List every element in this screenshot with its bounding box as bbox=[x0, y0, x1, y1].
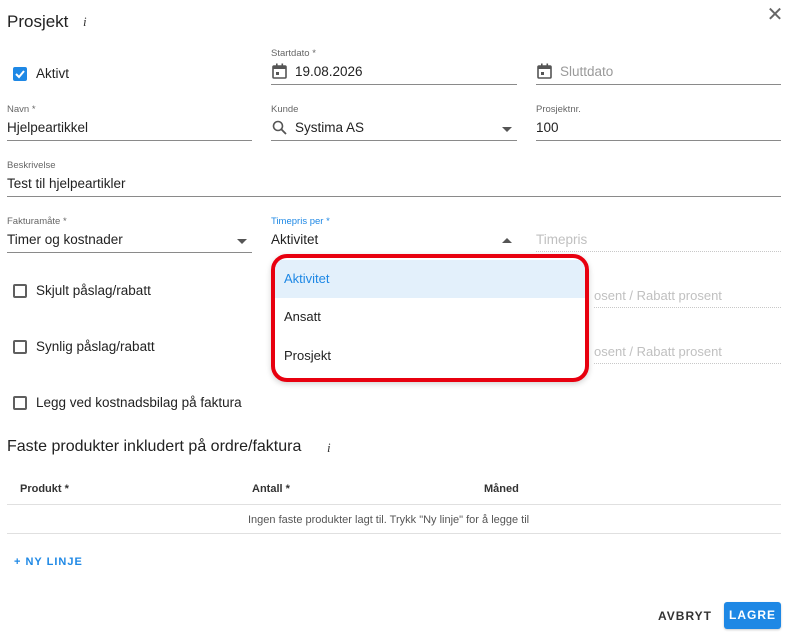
visible-markup-checkbox[interactable] bbox=[13, 340, 27, 354]
add-line-button[interactable]: + NY LINJE bbox=[14, 556, 83, 568]
billing-underline bbox=[7, 252, 252, 253]
save-button[interactable]: LAGRE bbox=[724, 602, 781, 629]
hourly-rate-input[interactable]: Timepris bbox=[536, 232, 587, 247]
hourly-rate-per-dropdown: Aktivitet Ansatt Prosjekt bbox=[271, 254, 589, 382]
empty-table-message: Ingen faste produkter lagt til. Trykk "N… bbox=[248, 514, 530, 526]
close-icon[interactable]: ✕ bbox=[766, 5, 784, 25]
description-label: Beskrivelse bbox=[7, 160, 56, 171]
dropdown-option-aktivitet[interactable]: Aktivitet bbox=[275, 260, 585, 298]
description-input[interactable]: Test til hjelpeartikler bbox=[7, 176, 126, 191]
column-header-produkt[interactable]: Produkt * bbox=[20, 483, 69, 495]
active-checkbox[interactable] bbox=[13, 67, 27, 81]
start-date-underline bbox=[271, 84, 517, 85]
hidden-markup-checkbox[interactable] bbox=[13, 284, 27, 298]
hourly-rate-per-label: Timepris per * bbox=[271, 216, 330, 227]
project-nr-underline bbox=[536, 140, 781, 141]
end-date-underline bbox=[536, 84, 781, 85]
billing-label: Fakturamåte * bbox=[7, 216, 67, 227]
start-date-input[interactable]: 19.08.2026 bbox=[295, 64, 363, 79]
calendar-icon[interactable] bbox=[272, 63, 287, 84]
table-bottom-divider bbox=[7, 533, 781, 534]
calendar-icon[interactable] bbox=[537, 63, 552, 84]
project-nr-input[interactable]: 100 bbox=[536, 120, 559, 135]
project-nr-label: Prosjektnr. bbox=[536, 104, 581, 115]
dropdown-option-ansatt[interactable]: Ansatt bbox=[275, 298, 585, 336]
attach-cost-checkbox[interactable] bbox=[13, 396, 27, 410]
chevron-down-icon[interactable] bbox=[502, 127, 512, 132]
hourly-rate-per-select[interactable]: Aktivitet bbox=[271, 232, 318, 247]
chevron-up-icon[interactable] bbox=[502, 238, 512, 243]
column-header-antall[interactable]: Antall * bbox=[252, 483, 290, 495]
start-date-label: Startdato * bbox=[271, 48, 316, 59]
customer-input[interactable]: Systima AS bbox=[295, 120, 364, 135]
description-underline bbox=[7, 196, 781, 197]
dropdown-option-prosjekt[interactable]: Prosjekt bbox=[275, 337, 585, 375]
name-label: Navn * bbox=[7, 104, 36, 115]
active-label: Aktivt bbox=[36, 66, 70, 81]
info-icon[interactable]: i bbox=[327, 440, 331, 456]
column-header-maned[interactable]: Måned bbox=[484, 483, 519, 495]
fixed-products-title: Faste produkter inkludert på ordre/faktu… bbox=[7, 438, 302, 455]
name-underline bbox=[7, 140, 252, 141]
hidden-markup-label: Skjult påslag/rabatt bbox=[36, 283, 151, 298]
search-icon bbox=[272, 120, 287, 140]
hidden-markup-underline bbox=[594, 307, 781, 308]
attach-cost-label: Legg ved kostnadsbilag på faktura bbox=[36, 395, 242, 410]
visible-markup-underline bbox=[594, 363, 781, 364]
visible-markup-label: Synlig påslag/rabatt bbox=[36, 339, 155, 354]
customer-underline bbox=[271, 140, 517, 141]
billing-select[interactable]: Timer og kostnader bbox=[7, 232, 123, 247]
hidden-markup-percent-input[interactable]: osent / Rabatt prosent bbox=[594, 288, 722, 303]
hourly-rate-underline bbox=[536, 251, 781, 252]
dialog-title: Prosjekt bbox=[7, 12, 69, 31]
chevron-down-icon[interactable] bbox=[237, 239, 247, 244]
info-icon[interactable]: i bbox=[83, 14, 87, 30]
visible-markup-percent-input[interactable]: osent / Rabatt prosent bbox=[594, 344, 722, 359]
cancel-button[interactable]: AVBRYT bbox=[656, 604, 714, 628]
customer-label: Kunde bbox=[271, 104, 299, 115]
table-header-divider bbox=[7, 504, 781, 505]
name-input[interactable]: Hjelpeartikkel bbox=[7, 120, 88, 135]
end-date-input[interactable]: Sluttdato bbox=[560, 64, 613, 79]
